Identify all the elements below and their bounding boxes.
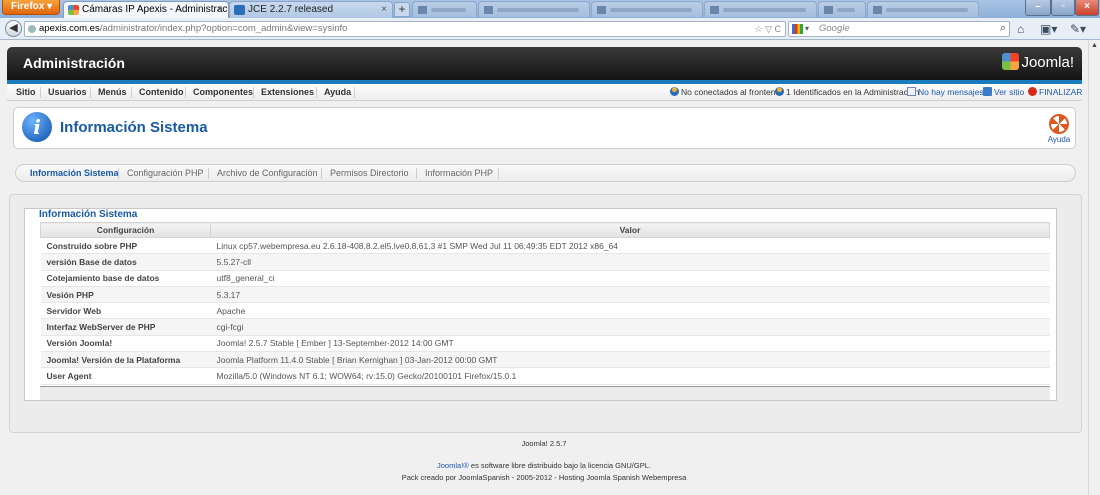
tab-archivo-configuracion[interactable]: Archivo de Configuración	[217, 168, 318, 178]
site-identity-icon	[28, 25, 36, 33]
user-icon	[775, 87, 784, 96]
google-icon	[792, 24, 803, 34]
url-bar[interactable]: apexis.com.es/administrator/index.php?op…	[24, 21, 786, 37]
tab-close-icon[interactable]: ×	[381, 2, 387, 18]
table-row: Servidor Web Apache	[40, 302, 1050, 320]
home-icon[interactable]: ⌂	[1017, 21, 1024, 37]
admin-title: Administración	[23, 55, 125, 71]
admin-header: Administración Joomla!	[7, 47, 1082, 80]
sysinfo-table: Configuración Valor Construido sobre PHP…	[40, 222, 1050, 385]
tab-configuracion-php[interactable]: Configuración PHP	[127, 168, 204, 178]
tab-blurred[interactable]	[867, 1, 979, 17]
sysinfo-tabs: Información Sistema Configuración PHP Ar…	[15, 164, 1076, 182]
info-icon: i	[22, 112, 52, 142]
menu-item-extensiones[interactable]: Extensiones	[261, 87, 314, 97]
user-icon	[670, 87, 679, 96]
chevron-down-icon[interactable]: ▾	[805, 22, 809, 36]
table-footer	[40, 386, 1050, 400]
table-row: versión Base de datos 5.5.27-cll	[40, 253, 1050, 271]
table-row: Joomla! Versión de la Plataforma Joomla P…	[40, 351, 1050, 369]
table-row: Vesión PHP 5.3.17	[40, 286, 1050, 304]
tab-label: JCE 2.2.7 released	[248, 4, 334, 15]
jce-favicon-icon	[234, 5, 245, 15]
table-row: Versión Joomla! Joomla! 2.5.7 Stable [ Em…	[40, 335, 1050, 353]
menu-item-componentes[interactable]: Componentes	[193, 87, 253, 97]
table-row: User Agent Mozilla/5.0 (Windows NT 6.1; W…	[40, 367, 1050, 385]
tab-blurred[interactable]	[478, 1, 590, 17]
maximize-button[interactable]: ▫	[1051, 0, 1075, 16]
tab-blurred[interactable]	[704, 1, 817, 17]
search-input[interactable]: ▾ Google ⌕	[788, 21, 1010, 37]
joomla-logo: Joomla!	[1002, 53, 1074, 71]
url-domain: apexis.com.es	[39, 23, 100, 34]
tab-blurred[interactable]	[412, 1, 477, 17]
table-row: Cotejamiento base de datos utf8_general_c…	[40, 270, 1050, 287]
page-scrollbar[interactable]: ▲	[1088, 40, 1100, 495]
bookmarks-menu-icon[interactable]: ▣▾	[1040, 21, 1057, 37]
column-header-value: Valor	[210, 222, 1050, 238]
url-path: /administrator/index.php?option=com_admi…	[99, 23, 348, 34]
menu-item-contenido[interactable]: Contenido	[139, 87, 184, 97]
menu-item-menus[interactable]: Menús	[98, 87, 127, 97]
menu-item-ayuda[interactable]: Ayuda	[324, 87, 351, 97]
table-row: Interfaz WebServer de PHP cgi-fcgi	[40, 318, 1050, 336]
tab-permisos-directorio[interactable]: Permisos Directorio	[330, 168, 409, 178]
browser-nav-bar: ◀ apexis.com.es/administrator/index.php?…	[0, 18, 1100, 40]
minimize-button[interactable]: –	[1025, 0, 1051, 16]
tab-close-icon[interactable]: ×	[217, 2, 223, 18]
tab-blurred[interactable]	[591, 1, 703, 17]
help-button[interactable]: Ayuda	[1047, 114, 1071, 144]
scroll-up-icon[interactable]: ▲	[1091, 42, 1098, 49]
footer-version: Joomla! 2.5.7	[521, 439, 567, 448]
messages-link[interactable]: No hay mensajes	[907, 87, 984, 97]
joomla-favicon-icon	[68, 5, 79, 15]
search-icon[interactable]: ⌕	[1000, 21, 1006, 35]
monitor-icon	[983, 87, 992, 96]
frontend-users-status: No conectados al frontend	[670, 87, 780, 97]
joomla-logo-icon	[1002, 53, 1020, 70]
toolbar-box: i Información Sistema Ayuda	[13, 107, 1076, 149]
footer-license: Joomla!® es software libre distribuido b…	[437, 461, 651, 470]
column-header-config: Configuración	[40, 222, 211, 238]
bookmark-star-icon[interactable]: ☆ ▽ C	[755, 22, 782, 36]
browser-tab-bar: Firefox ▾ Cámaras IP Apexis - Administra…	[0, 0, 1100, 18]
admin-menu-bar: Sitio Usuarios Menús Contenido Component…	[7, 84, 1082, 101]
menu-item-usuarios[interactable]: Usuarios	[48, 87, 87, 97]
table-row: Construido sobre PHP Linux cp57.webempres…	[40, 237, 1050, 255]
tab-camaras-ip[interactable]: Cámaras IP Apexis - Administración ×	[63, 1, 229, 18]
joomla-link[interactable]: Joomla!®	[437, 461, 469, 470]
tab-jce-released[interactable]: JCE 2.2.7 released ×	[229, 1, 393, 18]
view-site-link[interactable]: Ver sitio	[983, 87, 1024, 97]
menu-item-sitio[interactable]: Sitio	[16, 87, 36, 97]
power-icon	[1028, 87, 1037, 96]
firefox-menu-button[interactable]: Firefox ▾	[2, 0, 60, 15]
fieldset-legend: Información Sistema	[38, 209, 139, 220]
addon-icon[interactable]: ✎▾	[1070, 21, 1086, 37]
lifebuoy-icon	[1049, 114, 1069, 134]
logout-link[interactable]: FINALIZAR	[1028, 87, 1082, 97]
page-title: Información Sistema	[60, 119, 208, 136]
search-placeholder: Google	[819, 23, 850, 34]
new-tab-button[interactable]: +	[394, 2, 410, 17]
mail-icon	[907, 87, 916, 96]
back-arrow-icon[interactable]: ◀	[5, 20, 22, 37]
tab-informacion-php[interactable]: Información PHP	[425, 168, 493, 178]
tab-blurred[interactable]	[818, 1, 866, 17]
tab-label: Cámaras IP Apexis - Administración	[82, 4, 229, 15]
admin-users-status: 1 Identificados en la Administración	[775, 87, 919, 97]
tab-informacion-sistema[interactable]: Información Sistema	[30, 168, 119, 178]
footer-pack-link[interactable]: Pack creado por JoomlaSpanish - 2005-201…	[0, 473, 1088, 482]
close-window-button[interactable]: ×	[1075, 0, 1099, 16]
